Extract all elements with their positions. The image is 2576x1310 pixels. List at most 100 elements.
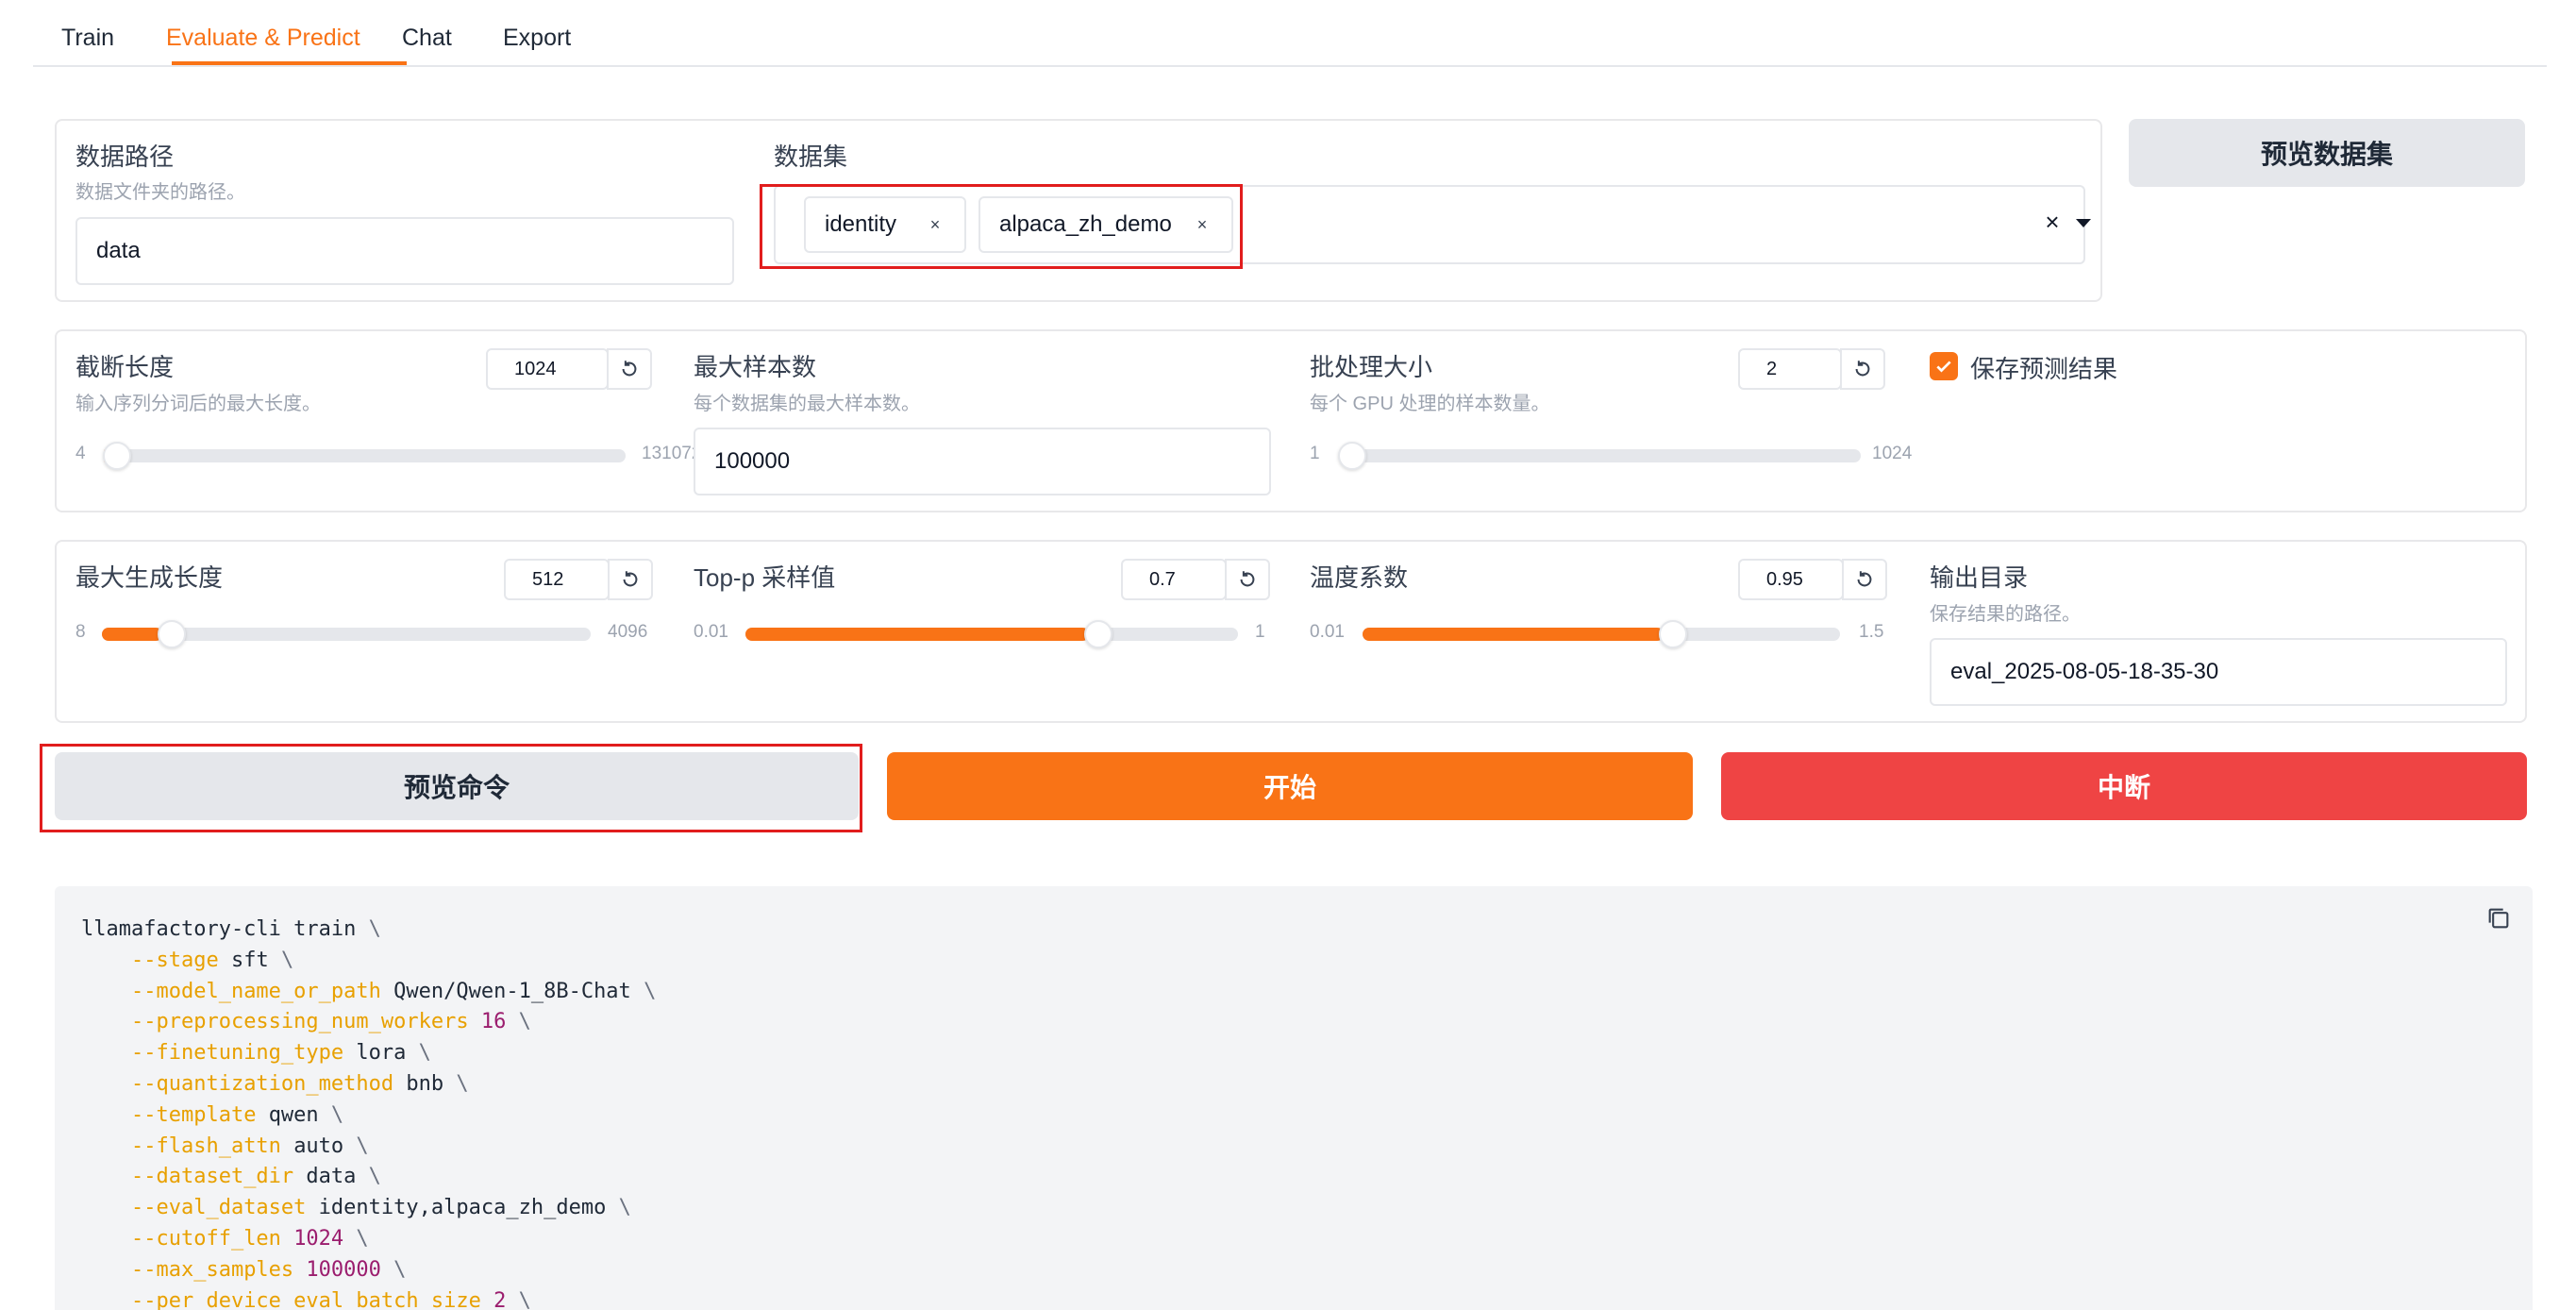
reset-icon	[1240, 571, 1255, 587]
command-option: --finetuning_type	[130, 1041, 344, 1066]
max-samples-input[interactable]: 100000	[694, 428, 1271, 495]
temperature-slider[interactable]	[1363, 620, 1840, 648]
check-icon	[1936, 361, 1951, 373]
command-option: --dataset_dir	[130, 1165, 294, 1189]
command-line: llamafactory-cli train \	[81, 915, 656, 946]
command-option: --stage	[130, 948, 219, 972]
temperature-max: 1.5	[1859, 622, 1884, 642]
output-dir-input[interactable]: eval_2025-08-05-18-35-30	[1930, 638, 2507, 706]
command-option: --preprocessing_num_workers	[130, 1010, 469, 1034]
command-line: --eval_dataset identity,alpaca_zh_demo \	[81, 1193, 656, 1224]
cutoff-len-reset-button[interactable]	[607, 348, 652, 390]
top-p-reset-button[interactable]	[1225, 559, 1270, 600]
reset-icon	[623, 571, 638, 587]
command-text: llamafactory-cli train \ --stage sft \ -…	[81, 915, 656, 1310]
max-new-tokens-number-input[interactable]: 512	[504, 559, 610, 600]
command-option: --per_device_eval_batch_size	[130, 1288, 481, 1310]
line-continuation: \	[330, 1102, 344, 1127]
top-p-number-input[interactable]: 0.7	[1121, 559, 1227, 600]
line-continuation: \	[280, 948, 294, 972]
command-name: llamafactory-cli train	[81, 917, 369, 941]
command-line: --dataset_dir data \	[81, 1162, 656, 1193]
predict-label: 保存预测结果	[1970, 355, 2118, 383]
command-line: --model_name_or_path Qwen/Qwen-1_8B-Chat…	[81, 977, 656, 1008]
data-path-label: 数据路径	[75, 143, 175, 171]
cutoff-len-min: 4	[75, 444, 86, 463]
line-continuation: \	[418, 1041, 431, 1066]
command-option: --template	[130, 1102, 257, 1127]
command-line: --preprocessing_num_workers 16 \	[81, 1007, 656, 1038]
data-path-input[interactable]: data	[75, 217, 734, 285]
command-value: 1024	[293, 1226, 344, 1251]
output-dir-info: 保存结果的路径。	[1930, 604, 2081, 625]
reset-icon	[1855, 361, 1870, 377]
predict-checkbox[interactable]	[1930, 352, 1958, 380]
temperature-label: 温度系数	[1310, 563, 1409, 592]
max-new-tokens-slider[interactable]	[102, 620, 591, 648]
top-p-slider[interactable]	[745, 620, 1238, 648]
tab-export[interactable]: Export	[503, 25, 571, 52]
copy-icon[interactable]	[2485, 905, 2512, 932]
clear-icon[interactable]: ×	[2038, 208, 2066, 236]
output-dir-label: 输出目录	[1930, 563, 2029, 592]
line-continuation: \	[356, 1226, 369, 1251]
command-value: identity,alpaca_zh_demo	[318, 1196, 607, 1220]
tab-chat[interactable]: Chat	[402, 25, 452, 52]
temperature-slider-thumb[interactable]	[1659, 620, 1688, 648]
batch-size-reset-button[interactable]	[1840, 348, 1885, 390]
tab-train[interactable]: Train	[61, 25, 114, 52]
reset-icon	[1857, 571, 1872, 587]
data-path-info: 数据文件夹的路径。	[75, 182, 245, 203]
command-line: --cutoff_len 1024 \	[81, 1224, 656, 1255]
top-p-label: Top-p 采样值	[694, 563, 836, 592]
preview-dataset-button[interactable]: 预览数据集	[2129, 119, 2525, 187]
command-line: --finetuning_type lora \	[81, 1038, 656, 1069]
max-new-tokens-min: 8	[75, 622, 86, 642]
temperature-reset-button[interactable]	[1842, 559, 1887, 600]
line-continuation: \	[518, 1288, 531, 1310]
command-value: auto	[293, 1134, 344, 1158]
params-panel-1: 截断长度 输入序列分词后的最大长度。 1024 4 131072 最大样本数 每…	[55, 329, 2527, 512]
cutoff-len-slider[interactable]	[103, 442, 626, 470]
command-value: 2	[493, 1288, 507, 1310]
batch-size-slider[interactable]	[1337, 442, 1861, 470]
command-value: qwen	[268, 1102, 319, 1127]
params-panel-2: 最大生成长度 512 8 4096 Top-p 采样值 0.7 0.01 1 温…	[55, 540, 2527, 723]
temperature-slider-fill	[1363, 628, 1664, 641]
line-continuation: \	[618, 1196, 631, 1220]
max-new-tokens-slider-fill	[102, 628, 162, 641]
max-new-tokens-slider-thumb[interactable]	[157, 620, 186, 648]
start-button[interactable]: 开始	[887, 752, 1693, 820]
command-option: --quantization_method	[130, 1071, 394, 1096]
top-p-slider-fill	[745, 628, 1089, 641]
batch-size-slider-thumb[interactable]	[1337, 442, 1366, 470]
command-line: --max_samples 100000 \	[81, 1255, 656, 1286]
cutoff-len-label: 截断长度	[75, 353, 175, 381]
max-new-tokens-label: 最大生成长度	[75, 563, 224, 592]
reset-icon	[622, 361, 637, 377]
dataset-label: 数据集	[774, 143, 848, 171]
stop-button[interactable]: 中断	[1721, 752, 2527, 820]
tab-evaluate-predict[interactable]: Evaluate & Predict	[166, 25, 360, 52]
top-p-slider-thumb[interactable]	[1083, 620, 1112, 648]
line-continuation: \	[368, 917, 381, 941]
active-tab-indicator	[172, 61, 407, 65]
command-line: --flash_attn auto \	[81, 1132, 656, 1163]
line-continuation: \	[368, 1165, 381, 1189]
command-option: --model_name_or_path	[130, 979, 381, 1003]
temperature-min: 0.01	[1310, 622, 1345, 642]
temperature-number-input[interactable]: 0.95	[1738, 559, 1844, 600]
cutoff-len-number-input[interactable]: 1024	[486, 348, 609, 390]
chevron-down-icon[interactable]	[2076, 219, 2091, 227]
command-value: 100000	[306, 1257, 381, 1282]
top-p-max: 1	[1255, 622, 1265, 642]
batch-size-info: 每个 GPU 处理的样本数量。	[1310, 394, 1550, 414]
batch-size-number-input[interactable]: 2	[1738, 348, 1842, 390]
command-value: sft	[230, 948, 269, 972]
batch-size-max: 1024	[1872, 444, 1913, 463]
max-new-tokens-reset-button[interactable]	[608, 559, 653, 600]
command-option: --max_samples	[130, 1257, 294, 1282]
cutoff-len-slider-thumb[interactable]	[103, 442, 132, 470]
max-samples-label: 最大样本数	[694, 353, 817, 381]
line-continuation: \	[518, 1010, 531, 1034]
